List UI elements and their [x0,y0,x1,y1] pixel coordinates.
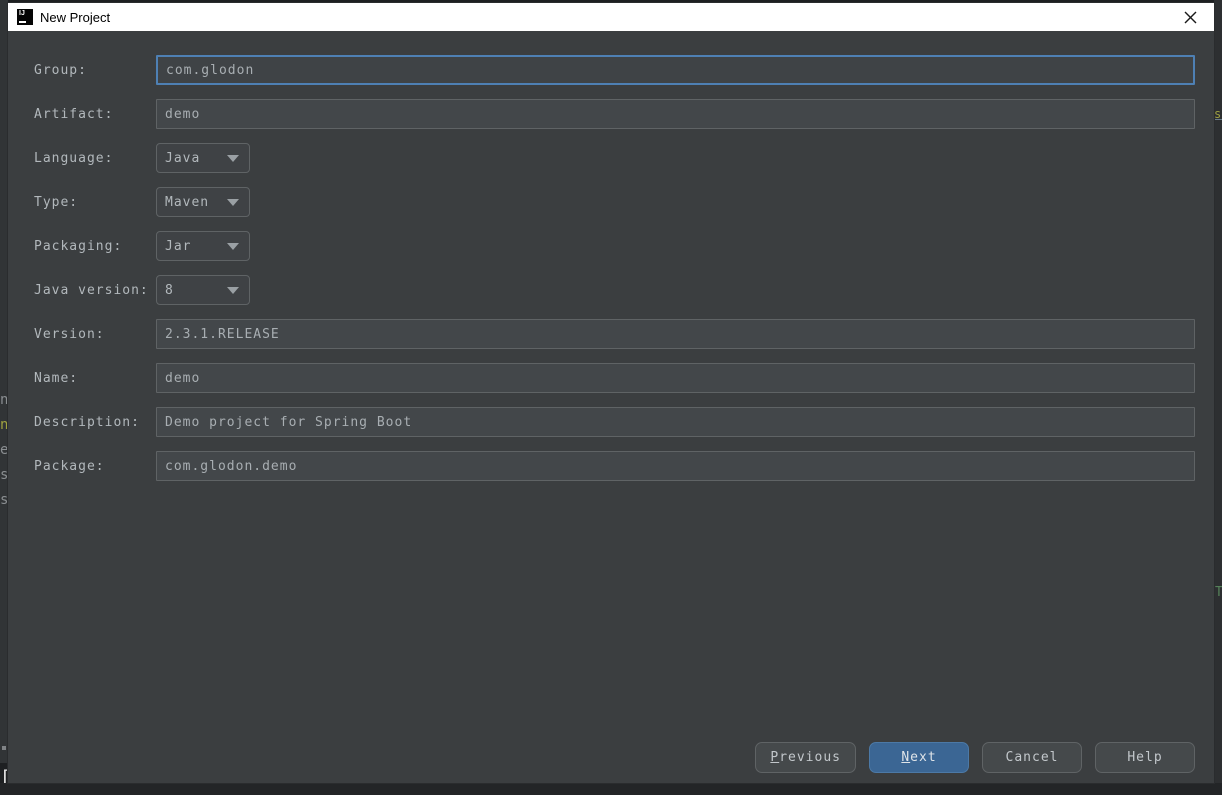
next-button[interactable]: Next [869,742,969,773]
intellij-logo-icon: IJ [17,9,33,25]
form-row-version: Version: [34,319,1195,349]
language-label: Language: [34,151,156,166]
form-row-group: Group: [34,55,1195,85]
version-input[interactable] [156,319,1195,349]
intellij-logo-bar [19,21,26,23]
form-row-language: Language: Java [34,143,1195,173]
form-row-artifact: Artifact: [34,99,1195,129]
group-input[interactable] [156,55,1195,85]
packaging-select[interactable]: Jar [156,231,250,261]
chevron-down-icon [227,199,239,206]
type-select-value: Maven [165,195,209,210]
background-dot [2,746,6,750]
background-left-strip: n n e s s [ [0,0,8,795]
package-input[interactable] [156,451,1195,481]
version-label: Version: [34,327,156,342]
close-icon[interactable] [1176,3,1204,31]
background-text-fragment: n [0,418,8,432]
background-text-fragment: T [1215,586,1222,599]
java-version-select-value: 8 [165,283,174,298]
new-project-dialog: IJ New Project Group: Artifact: Language… [8,3,1214,783]
java-version-label: Java version: [34,283,156,298]
form-row-packaging: Packaging: Jar [34,231,1195,261]
background-text-fragment: s [0,493,8,507]
description-input[interactable] [156,407,1195,437]
form-row-description: Description: [34,407,1195,437]
dialog-button-bar: Previous Next Cancel Help [755,742,1195,773]
language-select-value: Java [165,151,200,166]
background-text-fragment: s [0,468,8,482]
group-label: Group: [34,63,156,78]
artifact-input[interactable] [156,99,1195,129]
java-version-select[interactable]: 8 [156,275,250,305]
chevron-down-icon [227,287,239,294]
form-row-type: Type: Maven [34,187,1195,217]
previous-button[interactable]: Previous [755,742,856,773]
background-text-fragment: e [0,443,8,457]
background-text-fragment: n [0,393,8,407]
dialog-title: New Project [40,10,110,25]
form-row-package: Package: [34,451,1195,481]
packaging-label: Packaging: [34,239,156,254]
background-bottom-strip [0,783,1222,795]
packaging-select-value: Jar [165,239,191,254]
new-project-form: Group: Artifact: Language: Java Type: Ma… [8,31,1214,481]
intellij-logo-letters: IJ [19,10,25,17]
name-label: Name: [34,371,156,386]
chevron-down-icon [227,155,239,162]
type-select[interactable]: Maven [156,187,250,217]
background-right-strip: so T [1214,0,1222,795]
description-label: Description: [34,415,156,430]
artifact-label: Artifact: [34,107,156,122]
help-button[interactable]: Help [1095,742,1195,773]
form-row-java-version: Java version: 8 [34,275,1195,305]
cancel-button[interactable]: Cancel [982,742,1082,773]
language-select[interactable]: Java [156,143,250,173]
package-label: Package: [34,459,156,474]
type-label: Type: [34,195,156,210]
chevron-down-icon [227,243,239,250]
dialog-titlebar[interactable]: IJ New Project [8,3,1214,31]
form-row-name: Name: [34,363,1195,393]
name-input[interactable] [156,363,1195,393]
background-text-fragment: so [1214,108,1222,120]
